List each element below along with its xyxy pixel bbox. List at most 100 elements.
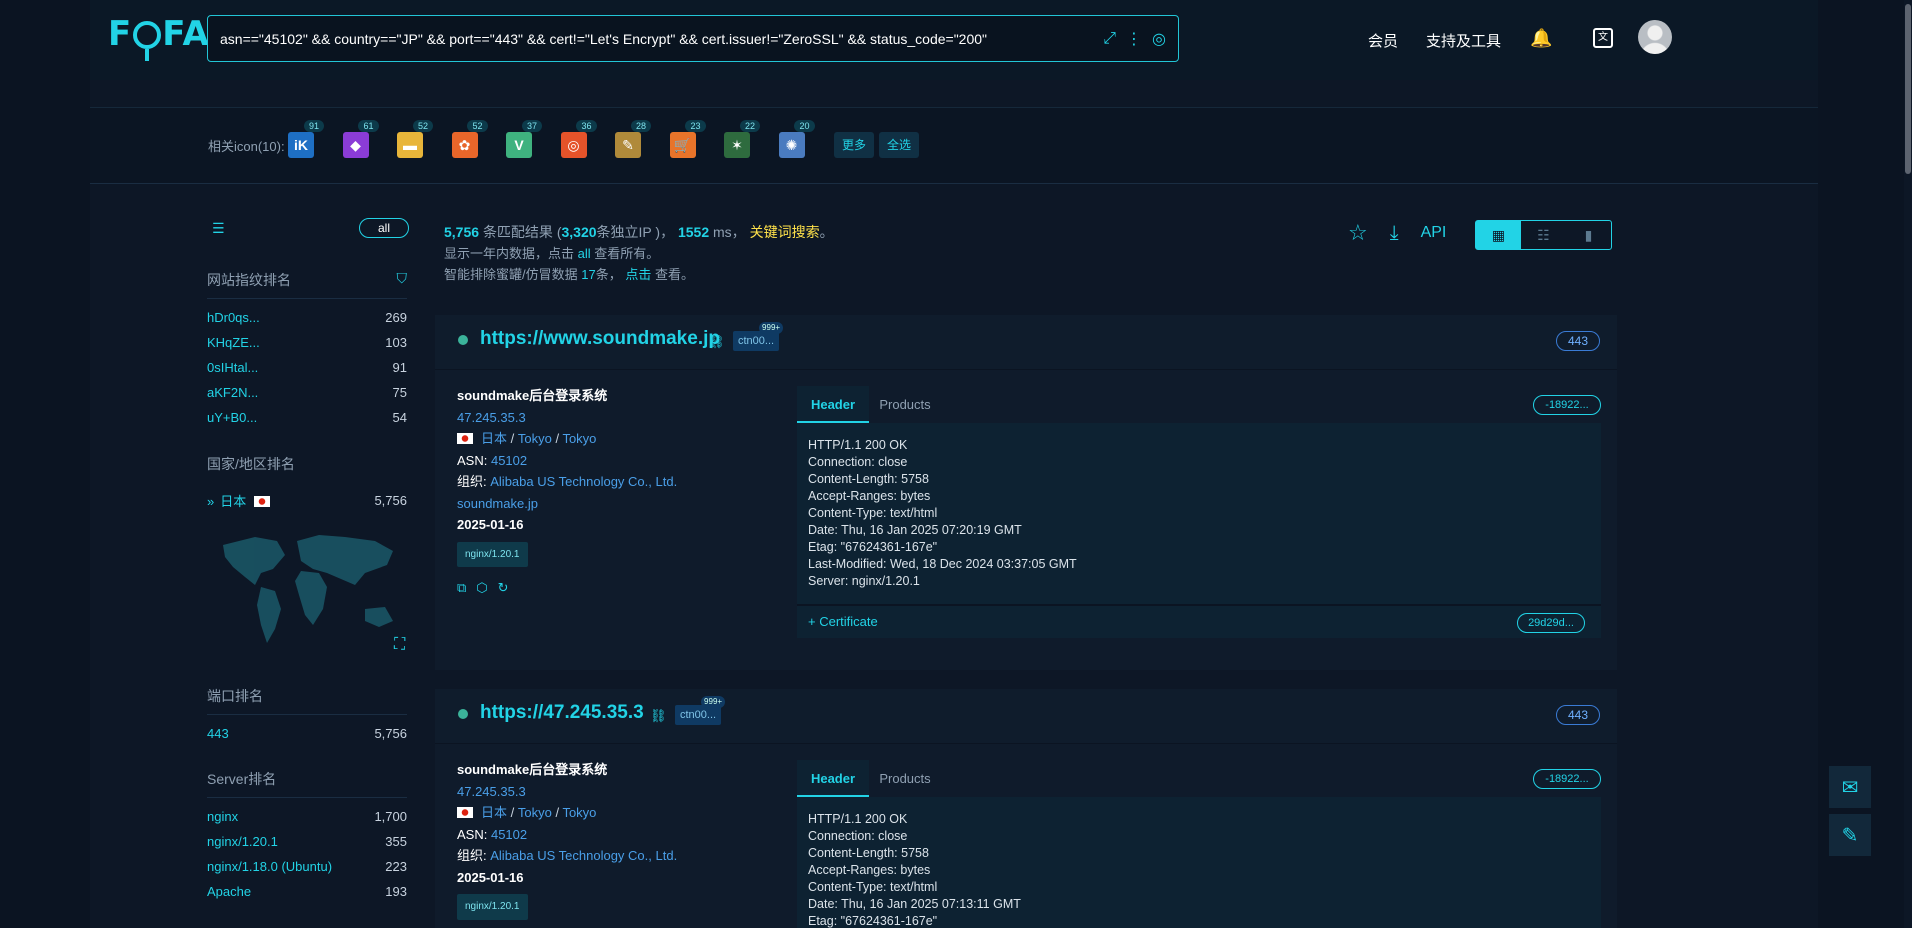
asn-link[interactable]: 45102 [491,827,527,842]
asn-link[interactable]: 45102 [491,453,527,468]
city-link[interactable]: Tokyo [562,431,596,446]
download-icon[interactable]: ⤓ [1390,222,1399,245]
scrollbar-thumb[interactable] [1905,4,1911,174]
rank-item[interactable]: aKF2N... 75 [207,380,407,405]
search-input[interactable] [220,30,1104,47]
related-icon[interactable]: iK 91 [288,120,324,158]
rank-item[interactable]: Apache 193 [207,879,407,904]
org-link[interactable]: Alibaba US Technology Co., Ltd. [490,474,677,489]
code-icon[interactable]: ⧉ [457,577,466,599]
rank-item-count: 91 [392,360,407,375]
wechat-icon[interactable]: ✉ [1829,766,1871,808]
rank-item[interactable]: uY+B0... 54 [207,405,407,430]
country-item[interactable]: » 日本 5,756 [207,488,407,513]
rank-item[interactable]: hDr0qs... 269 [207,305,407,330]
all-toggle[interactable]: all [359,218,409,238]
tab-products[interactable]: Products [869,386,941,423]
tab-header[interactable]: Header [797,760,869,797]
server-tag[interactable]: nginx/1.20.1 [457,541,528,567]
icon-count-badge: 22 [739,120,760,132]
refresh-icon[interactable]: ↻ [498,577,509,599]
rank-item[interactable]: 443 5,756 [207,721,407,746]
hash-pill[interactable]: -18922... [1533,769,1601,789]
more-button[interactable]: 更多 [834,132,875,158]
result-url[interactable]: https://47.245.35.3 [480,702,644,724]
related-icon[interactable]: ◎ 36 [560,120,597,158]
city-link[interactable]: Tokyo [562,805,596,820]
honeypot-note: 查看。 [655,267,695,282]
filter-settings-icon[interactable]: ☰ [212,220,225,237]
rank-item[interactable]: nginx/1.20.1 355 [207,829,407,854]
fofa-logo[interactable]: F FA [108,14,210,61]
related-icon[interactable]: ✶ 22 [724,120,760,158]
result-card: https://47.245.35.3 ⛓ ctn00... 999+ 443 s… [435,689,1617,928]
cert-tag[interactable]: ctn00... 999+ [733,322,784,351]
country-rank-title: 国家/地区排名 [207,456,295,472]
rank-item[interactable]: nginx/1.18.0 (Ubuntu) 223 [207,854,407,879]
bell-icon[interactable]: 🔔 [1530,28,1552,48]
rank-item[interactable]: KHqZE... 103 [207,330,407,355]
sub-bar [90,80,1818,108]
result-card: https://www.soundmake.jp ⛓ ctn00... 999+ … [435,315,1617,670]
api-button[interactable]: API [1421,224,1447,242]
related-icon[interactable]: ▬ 52 [397,120,433,158]
org-link[interactable]: Alibaba US Technology Co., Ltd. [490,848,677,863]
japan-flag-icon [457,807,473,818]
fullscreen-icon[interactable]: ⛶ [394,636,405,654]
summary-text: 条匹配结果 ( [482,224,562,240]
related-icon[interactable]: ✎ 28 [615,120,651,158]
port-badge[interactable]: 443 [1556,331,1600,351]
tag-badge: 999+ [759,322,784,334]
ip-link[interactable]: 47.245.35.3 [457,781,677,803]
country-link[interactable]: 日本 [481,431,507,446]
tab-products[interactable]: Products [869,760,941,797]
related-icon[interactable]: ✺ 20 [778,120,815,158]
list-view-icon[interactable]: ☷ [1521,221,1566,249]
icon-count-badge: 28 [630,120,651,132]
scrollbar[interactable] [1904,0,1912,928]
region-link[interactable]: Tokyo [518,805,552,820]
star-icon[interactable]: ☆ [1348,220,1368,246]
tab-header[interactable]: Header [797,386,869,423]
search-icon[interactable]: ◎ [1152,29,1166,49]
chart-view-icon[interactable]: ▮ [1566,221,1611,249]
port-badge[interactable]: 443 [1556,705,1600,725]
hash-pill[interactable]: -18922... [1533,395,1601,415]
nav-tools[interactable]: 支持及工具 [1426,30,1501,51]
cert-tag[interactable]: ctn00... 999+ [675,696,726,725]
server-tag[interactable]: nginx/1.20.1 [457,894,528,920]
more-vertical-icon[interactable]: ⋮ [1126,29,1142,49]
related-icon[interactable]: ◆ 61 [342,120,379,158]
edit-icon[interactable]: ✎ [1829,814,1871,856]
link-icon[interactable]: ⛓ [650,708,667,724]
avatar[interactable] [1638,20,1672,54]
time-ms: 1552 [677,224,710,240]
link-icon[interactable]: ⛓ [708,334,725,350]
filter-icon[interactable]: ⛉ [397,270,408,287]
rank-item[interactable]: nginx 1,700 [207,804,407,829]
rank-item[interactable]: 0sIHtal... 91 [207,355,407,380]
certificate-row[interactable]: + Certificate 29d29d... [797,604,1601,638]
select-all-button[interactable]: 全选 [879,132,920,158]
ip-link[interactable]: 47.245.35.3 [457,407,677,429]
related-icon[interactable]: V 37 [506,120,542,158]
japan-flag-icon [457,433,473,444]
domain-link[interactable]: soundmake.jp [457,493,677,515]
result-url[interactable]: https://www.soundmake.jp [480,328,720,350]
cert-hash-pill[interactable]: 29d29d... [1517,613,1585,633]
page: FFA ⤢ ⋮ ◎ 会员 支持及工具 🔔 文 相关icon(10): iK 91 ◆… [0,0,1912,928]
region-link[interactable]: Tokyo [518,431,552,446]
cube-icon[interactable]: ⬡ [476,577,487,599]
nav-member[interactable]: 会员 [1368,30,1398,51]
site-title: soundmake后台登录系统 [457,388,608,403]
related-icon[interactable]: 🛒 23 [669,120,706,158]
country-link[interactable]: 日本 [481,805,507,820]
related-icon[interactable]: ✿ 52 [451,120,488,158]
icon-count-badge: 36 [576,120,597,132]
all-link[interactable]: all [578,246,591,261]
keyword-search-link[interactable]: 关键词搜索 [750,224,820,240]
grid-view-icon[interactable]: ▦ [1476,221,1521,249]
view-link[interactable]: 点击 [625,267,651,282]
expand-icon[interactable]: ⤢ [1103,30,1116,48]
translate-icon[interactable]: 文 [1593,28,1613,48]
